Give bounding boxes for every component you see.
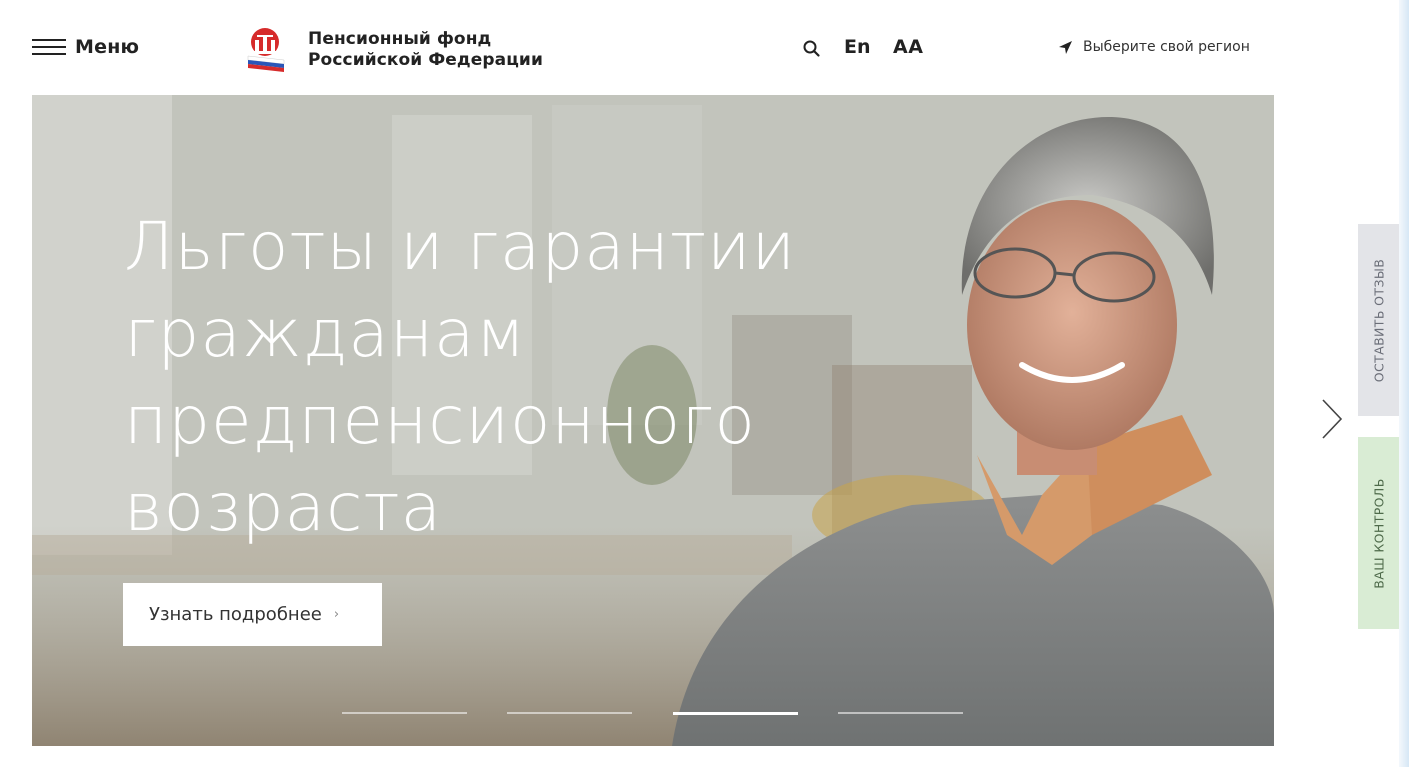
learn-more-button[interactable]: Узнать подробнее › <box>123 583 382 646</box>
feedback-tab[interactable]: ОСТАВИТЬ ОТЗЫВ <box>1358 224 1400 416</box>
region-label: Выберите свой регион <box>1083 39 1250 55</box>
hero-title-line-3: предпенсионного <box>124 382 756 459</box>
hamburger-icon[interactable] <box>32 36 66 58</box>
region-selector[interactable]: Выберите свой регион <box>1058 39 1250 55</box>
your-control-tab-label: ВАШ КОНТРОЛЬ <box>1371 477 1387 589</box>
location-arrow-icon <box>1059 40 1072 54</box>
slide-indicator-1[interactable] <box>342 712 467 714</box>
scrollbar-track[interactable] <box>1399 0 1409 767</box>
org-name-line-2: Российской Федерации <box>308 50 543 70</box>
slide-indicator-2[interactable] <box>507 712 632 714</box>
chevron-small-icon: › <box>333 607 340 622</box>
hero-title-line-2: гражданам <box>124 295 527 372</box>
menu-button[interactable]: Меню <box>32 36 139 58</box>
your-control-tab[interactable]: ВАШ КОНТРОЛЬ <box>1358 437 1400 629</box>
page: Меню Пенсионный фонд Российской Федераци… <box>0 0 1409 767</box>
menu-label: Меню <box>75 36 140 58</box>
site-header: Меню Пенсионный фонд Российской Федераци… <box>0 0 1396 95</box>
org-name[interactable]: Пенсионный фонд Российской Федерации <box>308 29 543 71</box>
chevron-right-icon[interactable] <box>1320 398 1344 440</box>
slide-indicator-3[interactable] <box>673 712 798 715</box>
pfr-logo-icon[interactable] <box>244 26 290 72</box>
language-switch[interactable]: En <box>844 36 871 58</box>
hero-slider: Льготы и гарантии гражданам предпенсионн… <box>32 95 1274 746</box>
slide-indicator-4[interactable] <box>838 712 963 714</box>
hero-title-line-4: возраста <box>124 469 443 546</box>
font-size-toggle[interactable]: AA <box>893 36 923 58</box>
feedback-tab-label: ОСТАВИТЬ ОТЗЫВ <box>1371 258 1387 382</box>
org-name-line-1: Пенсионный фонд <box>308 29 492 49</box>
search-icon[interactable] <box>802 39 822 59</box>
learn-more-label: Узнать подробнее <box>149 604 322 625</box>
hero-title: Льготы и гарантии гражданам предпенсионн… <box>124 203 904 551</box>
hero-title-line-1: Льготы и гарантии <box>124 208 797 285</box>
